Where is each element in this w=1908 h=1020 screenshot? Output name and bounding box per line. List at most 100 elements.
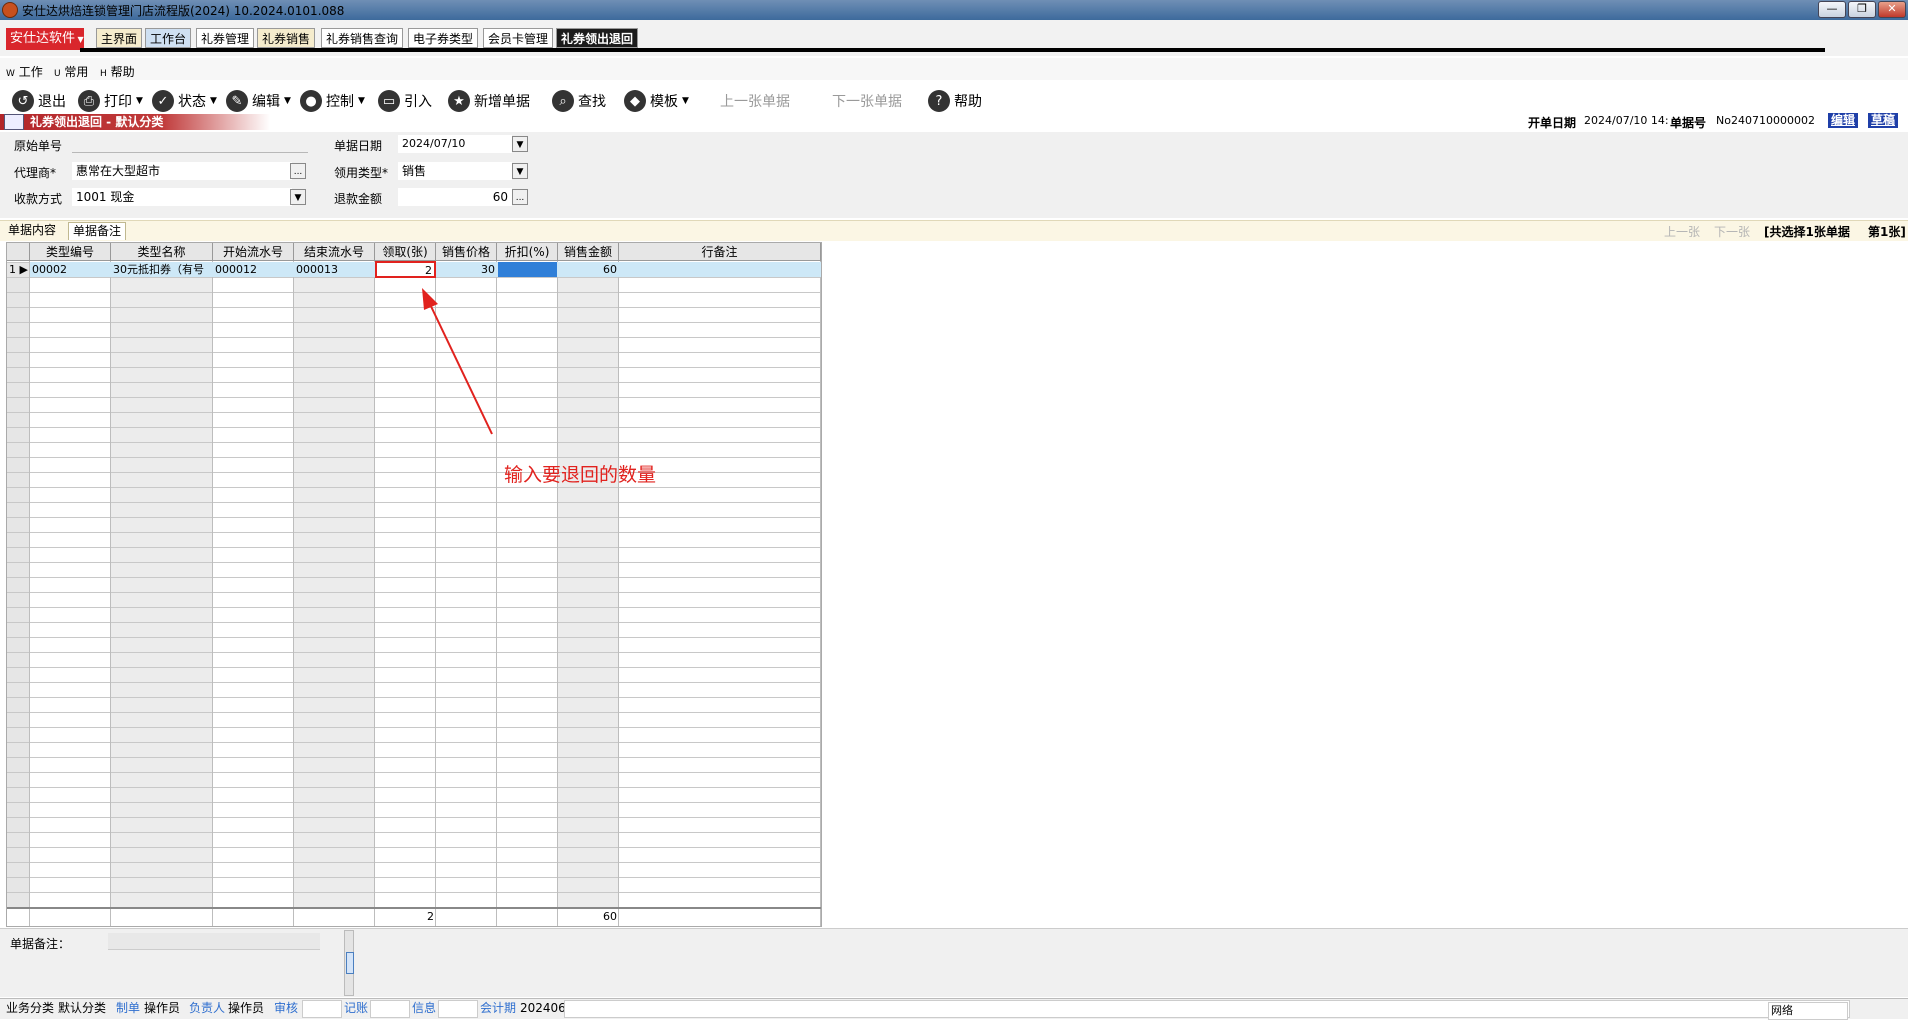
use-type-dropdown-icon[interactable]: ▼ xyxy=(512,163,528,179)
status-message xyxy=(564,1000,1850,1018)
grid-row-line xyxy=(7,847,821,848)
grid-column-shade xyxy=(111,262,213,907)
exit-button[interactable]: ↺ 退出 xyxy=(12,88,66,114)
tab-ecoupon-type[interactable]: 电子券类型 xyxy=(408,28,479,48)
doc-caption-bar: 礼券领出退回 - 默认分类 xyxy=(0,114,270,130)
status-button[interactable]: ✓ 状态 ▼ xyxy=(152,88,217,114)
refund-input[interactable]: 60 xyxy=(398,188,512,206)
draft-badge[interactable]: 草稿 xyxy=(1868,113,1899,128)
use-type-select[interactable]: 销售 xyxy=(398,162,512,180)
cell-type-code[interactable]: 00002 xyxy=(30,262,111,277)
grid-row-line xyxy=(7,502,821,503)
grid-row-line xyxy=(7,457,821,458)
row-indicator: 1 ▶ xyxy=(9,263,28,276)
grid-row-line xyxy=(7,367,821,368)
find-button[interactable]: ⌕ 查找 xyxy=(552,88,606,114)
payment-dropdown-icon[interactable]: ▼ xyxy=(290,189,306,205)
doc-no-value: No240710000002 xyxy=(1716,114,1815,127)
use-type-label: 领用类型* xyxy=(334,166,389,180)
grid-row-line xyxy=(7,892,821,893)
exit-icon: ↺ xyxy=(12,90,34,112)
tab-member-card[interactable]: 会员卡管理 xyxy=(483,28,554,48)
refund-browse-button[interactable]: ... xyxy=(512,189,528,205)
cell-end-no[interactable]: 000013 xyxy=(294,262,375,277)
title-bar: 安仕达烘焙连锁管理门店流程版(2024) 10.2024.0101.088 — … xyxy=(0,0,1908,20)
grid-col-line xyxy=(496,261,497,926)
cell-start-no[interactable]: 000012 xyxy=(213,262,294,277)
doc-no-label: 单据号 xyxy=(1670,116,1707,130)
grid-col-line xyxy=(293,261,294,926)
prev-doc-button[interactable]: 上一张单据 xyxy=(720,88,790,114)
template-button[interactable]: ◆ 模板 ▼ xyxy=(624,88,689,114)
grid-row-line xyxy=(7,352,821,353)
tab-main[interactable]: 主界面 xyxy=(96,28,143,48)
doc-date-input[interactable]: 2024/07/10 xyxy=(398,135,512,153)
grid-col-line xyxy=(212,261,213,926)
col-header-start-no[interactable]: 开始流水号 xyxy=(213,243,294,261)
col-header-end-no[interactable]: 结束流水号 xyxy=(294,243,375,261)
print-button[interactable]: ⎙ 打印 ▼ xyxy=(78,88,143,114)
tab-coupon-sales[interactable]: 礼券销售 xyxy=(257,28,316,48)
splitter-grip-icon[interactable] xyxy=(346,952,354,974)
grid-row-line xyxy=(7,667,821,668)
col-header-type-name[interactable]: 类型名称 xyxy=(111,243,213,261)
agent-input[interactable]: 惠常在大型超市 xyxy=(72,162,292,180)
menu-help[interactable]: H 帮助 xyxy=(100,63,135,80)
tab-workbench[interactable]: 工作台 xyxy=(145,28,192,48)
cell-remark[interactable] xyxy=(619,262,821,277)
qty-input-cell[interactable]: 2 xyxy=(375,261,436,278)
prev-page-link[interactable]: 上一张 xyxy=(1664,223,1700,240)
col-header-price[interactable]: 销售价格 xyxy=(436,243,497,261)
date-dropdown-icon[interactable]: ▼ xyxy=(512,136,528,152)
folder-icon: ▭ xyxy=(378,90,400,112)
cell-amount[interactable]: 60 xyxy=(558,262,619,277)
grid-row-line xyxy=(7,427,821,428)
edit-button[interactable]: ✎ 编辑 ▼ xyxy=(226,88,291,114)
col-header-qty[interactable]: 领取(张) xyxy=(375,243,436,261)
cell-discount[interactable] xyxy=(498,262,557,277)
next-page-link[interactable]: 下一张 xyxy=(1714,223,1750,240)
tab-coupon-out-return[interactable]: 礼券领出退回 xyxy=(556,28,639,48)
grid-col-line xyxy=(29,261,30,926)
note-input[interactable] xyxy=(108,933,320,950)
agent-browse-button[interactable]: ... xyxy=(290,163,306,179)
grid-col-line xyxy=(557,261,558,926)
cell-type-name[interactable]: 30元抵扣券（有号 xyxy=(111,262,213,277)
cell-price[interactable]: 30 xyxy=(436,262,497,277)
tab-doc-remarks[interactable]: 单据备注 xyxy=(68,222,127,240)
post-label: 记账 xyxy=(344,1001,369,1015)
close-button[interactable]: ✕ xyxy=(1878,1,1906,18)
tab-coupon-sales-query[interactable]: 礼券销售查询 xyxy=(321,28,404,48)
import-button[interactable]: ▭ 引入 xyxy=(378,88,432,114)
grid-row-line xyxy=(7,307,821,308)
tab-doc-content[interactable]: 单据内容 xyxy=(4,222,60,239)
control-button[interactable]: ● 控制 ▼ xyxy=(300,88,365,114)
info-label: 信息 xyxy=(412,1001,437,1015)
period-label: 会计期 xyxy=(480,1001,517,1015)
detail-grid: 类型编号 类型名称 开始流水号 结束流水号 领取(张) 销售价格 折扣(%) 销… xyxy=(6,242,822,927)
col-header-type-code[interactable]: 类型编号 xyxy=(30,243,111,261)
help-button[interactable]: ? 帮助 xyxy=(928,88,982,114)
orig-no-input[interactable] xyxy=(72,135,308,153)
maximize-button[interactable]: ❐ xyxy=(1848,1,1876,18)
col-header-amount[interactable]: 销售金额 xyxy=(558,243,619,261)
brand-menu-button[interactable]: 安仕达软件 ▼ xyxy=(6,28,84,50)
menu-common[interactable]: U 常用 xyxy=(54,63,88,80)
tab-coupon-manage[interactable]: 礼券管理 xyxy=(196,28,255,48)
agent-label: 代理商* xyxy=(14,166,57,180)
payment-select[interactable]: 1001 现金 xyxy=(72,188,292,206)
grid-row-line xyxy=(7,442,821,443)
edit-mode-badge[interactable]: 编辑 xyxy=(1828,113,1859,128)
minimize-button[interactable]: — xyxy=(1818,1,1846,18)
window-title: 安仕达烘焙连锁管理门店流程版(2024) 10.2024.0101.088 xyxy=(22,4,345,18)
grid-row-line xyxy=(7,532,821,533)
info-value xyxy=(438,1000,478,1018)
grid-row-line xyxy=(7,322,821,323)
col-header-remark[interactable]: 行备注 xyxy=(619,243,821,261)
grid-row-line xyxy=(7,787,821,788)
grid-row-line xyxy=(7,397,821,398)
menu-work[interactable]: W 工作 xyxy=(6,63,43,80)
new-doc-button[interactable]: ★ 新增单据 xyxy=(448,88,530,114)
next-doc-button[interactable]: 下一张单据 xyxy=(832,88,902,114)
col-header-discount[interactable]: 折扣(%) xyxy=(497,243,558,261)
